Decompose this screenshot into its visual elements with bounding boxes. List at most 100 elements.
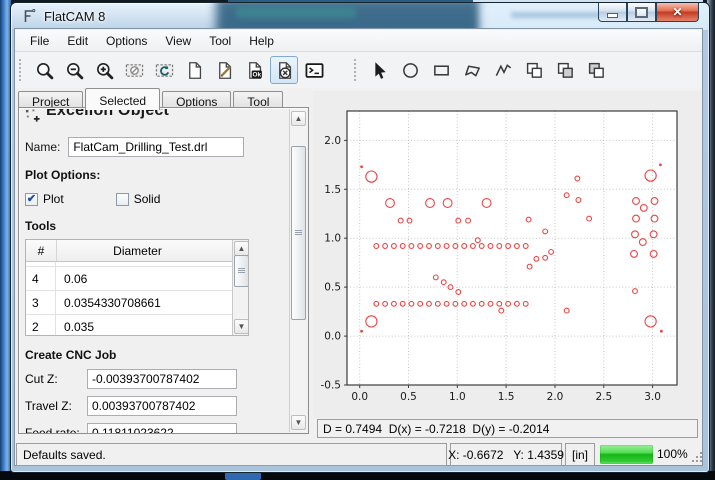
save-project-button[interactable]: Ok (240, 56, 268, 84)
scroll-down-icon[interactable]: ▼ (291, 415, 306, 430)
taskbar-fragment (225, 472, 261, 480)
name-label: Name: (25, 140, 60, 154)
tools-table: # Diameter 40.0630.035433070866120.035 ▲… (25, 239, 249, 336)
replot-button[interactable] (150, 56, 178, 84)
name-input[interactable] (68, 137, 244, 157)
clear-plot-icon (125, 61, 144, 80)
svg-text:0.0: 0.0 (324, 331, 341, 343)
travel-z-input[interactable] (87, 396, 237, 416)
table-row[interactable]: 30.0354330708661 (26, 291, 248, 315)
toolbar: Ok (15, 52, 702, 88)
tools-table-scrollbar[interactable]: ▲ ▼ (232, 240, 248, 335)
tools-table-header-diameter[interactable]: Diameter (57, 240, 218, 261)
draw-circle-icon (401, 61, 420, 80)
svg-text:3.0: 3.0 (644, 391, 661, 403)
svg-text:2.0: 2.0 (324, 135, 341, 147)
travel-z-label: Travel Z: (25, 399, 87, 413)
menu-help[interactable]: Help (240, 31, 283, 51)
tools-label: Tools (25, 219, 287, 233)
union-button[interactable] (520, 56, 548, 84)
draw-rectangle-button[interactable] (427, 56, 455, 84)
cursor-coordinates: X: -0.6672 Y: 1.4359 (450, 443, 562, 466)
maximize-button[interactable] (627, 3, 656, 22)
excellon-object-icon (25, 109, 40, 124)
new-project-icon (185, 61, 204, 80)
zoom-in-button[interactable] (90, 56, 118, 84)
menu-view[interactable]: View (156, 31, 200, 51)
solid-checkbox[interactable] (116, 193, 129, 206)
menu-edit[interactable]: Edit (58, 31, 97, 51)
draw-circle-button[interactable] (396, 56, 424, 84)
units-indicator: [in] (565, 443, 595, 466)
menu-tool[interactable]: Tool (200, 31, 240, 51)
measurement-readout: D = 0.7494 D(x) = -0.7218 D(y) = -0.2014 (317, 419, 698, 438)
cut-z-label: Cut Z: (25, 372, 87, 386)
cut-z-input[interactable] (87, 369, 237, 389)
window-title: FlatCAM 8 (44, 9, 105, 24)
tools-table-header-number[interactable]: # (26, 240, 57, 261)
minimize-button[interactable] (598, 3, 627, 22)
status-message: Defaults saved. (16, 443, 447, 466)
shell-button[interactable] (300, 56, 328, 84)
draw-polygon-icon (463, 61, 482, 80)
subtract-icon (587, 61, 606, 80)
tab-selected[interactable]: Selected (85, 88, 160, 110)
toolbar-drag-handle[interactable] (354, 59, 359, 81)
resize-grip[interactable] (692, 452, 704, 464)
delete-object-button[interactable] (270, 56, 298, 84)
plot-checkbox[interactable]: ✔ (25, 193, 38, 206)
open-project-icon (215, 61, 234, 80)
zoom-out-button[interactable] (60, 56, 88, 84)
panel-scrollbar[interactable]: ▲ ▼ (289, 109, 307, 432)
menu-options[interactable]: Options (97, 31, 156, 51)
svg-text:0.5: 0.5 (324, 282, 341, 294)
plot-checkbox-label: Plot (43, 192, 64, 206)
open-project-button[interactable] (210, 56, 238, 84)
tool-number-cell[interactable]: 3 (26, 291, 56, 314)
clear-plot-button[interactable] (120, 56, 148, 84)
tool-diameter-cell[interactable]: 0.0354330708661 (56, 291, 217, 314)
tool-diameter-cell[interactable]: 0.035 (56, 315, 217, 336)
tool-diameter-cell[interactable]: 0.06 (56, 267, 217, 290)
scroll-up-icon[interactable]: ▲ (234, 241, 249, 256)
screen: FlatCAM 8 ✕ FileEditOptionsViewToolHelp … (0, 0, 715, 480)
draw-polygon-button[interactable] (458, 56, 486, 84)
svg-text:1.5: 1.5 (498, 391, 515, 403)
svg-text:0.5: 0.5 (400, 391, 417, 403)
zoom-out-icon (65, 61, 84, 80)
menu-file[interactable]: File (21, 31, 58, 51)
svg-text:0.0: 0.0 (351, 391, 368, 403)
scrollbar-thumb[interactable] (291, 146, 306, 320)
feed-rate-input[interactable] (87, 423, 237, 434)
subtract-button[interactable] (582, 56, 610, 84)
tool-number-cell[interactable]: 2 (26, 315, 56, 336)
svg-text:Ok: Ok (252, 71, 261, 78)
draw-path-button[interactable] (489, 56, 517, 84)
tool-number-cell[interactable]: 4 (26, 267, 56, 290)
table-row[interactable]: 20.035 (26, 315, 248, 336)
toolbar-group-geometry (365, 56, 610, 84)
svg-text:1.0: 1.0 (449, 391, 466, 403)
menubar: FileEditOptionsViewToolHelp (15, 30, 702, 52)
new-project-button[interactable] (180, 56, 208, 84)
glass-reflection-teal (236, 7, 356, 18)
intersection-button[interactable] (551, 56, 579, 84)
create-cnc-job-heading: Create CNC Job (25, 348, 287, 362)
zoom-fit-button[interactable] (30, 56, 58, 84)
svg-text:1.0: 1.0 (324, 233, 341, 245)
drill-pattern-plot: 0.00.51.01.52.02.53.0-0.50.00.51.01.52.0 (313, 91, 701, 418)
table-row[interactable]: 40.06 (26, 267, 248, 291)
toolbar-drag-handle[interactable] (19, 59, 24, 81)
scrollbar-thumb[interactable] (234, 255, 249, 287)
close-button[interactable]: ✕ (656, 3, 699, 22)
select-tool-button[interactable] (365, 56, 393, 84)
scroll-down-icon[interactable]: ▼ (234, 319, 249, 334)
scroll-up-icon[interactable]: ▲ (291, 111, 306, 126)
caption-buttons: ✕ (598, 3, 699, 22)
feed-rate-label: Feed rate: (25, 426, 87, 434)
replot-icon (155, 61, 174, 80)
close-icon: ✕ (672, 6, 682, 18)
object-type-heading: Excellon Object (46, 109, 169, 120)
select-tool-icon (370, 61, 389, 80)
plot-canvas[interactable]: 0.00.51.01.52.02.53.0-0.50.00.51.01.52.0 (313, 91, 701, 418)
